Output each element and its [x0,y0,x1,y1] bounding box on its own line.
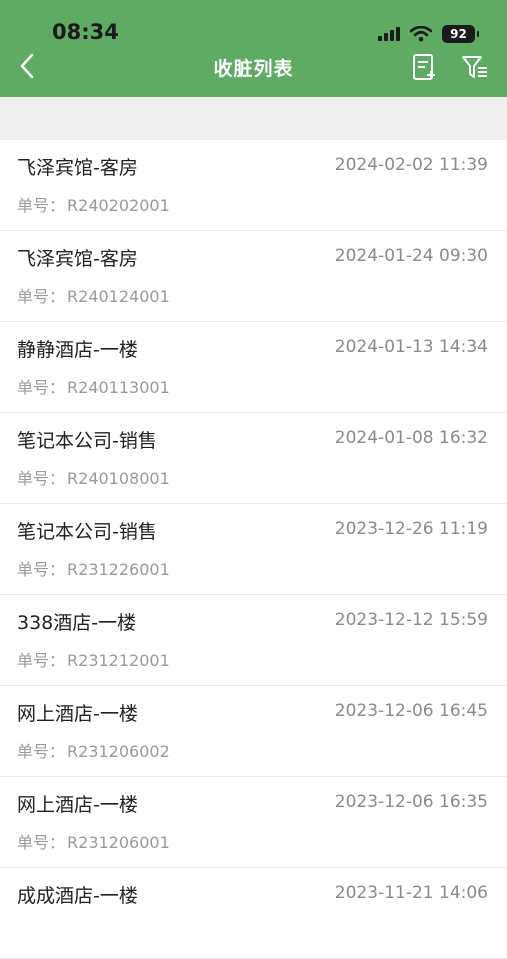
list-item[interactable]: 静静酒店-一楼 2024-01-13 14:34 单号： R240113001 [0,322,507,413]
order-value: R231212001 [67,651,170,670]
order-label: 单号： [17,196,66,215]
list-item[interactable]: 飞泽宾馆-客房 2024-02-02 11:39 单号： R240202001 [0,140,507,231]
item-name: 飞泽宾馆-客房 [17,248,138,270]
item-time: 2023-12-12 15:59 [334,610,488,630]
item-name: 成成酒店-一楼 [17,885,138,907]
item-name: 静静酒店-一楼 [17,339,138,361]
wifi-icon [410,26,432,42]
item-order-number: 单号： R240202001 [17,192,170,216]
item-name: 网上酒店-一楼 [17,794,138,816]
header-spacer [0,97,507,140]
order-label: 单号： [17,287,66,306]
list-item[interactable]: 338酒店-一楼 2023-12-12 15:59 单号： R231212001 [0,595,507,686]
item-name: 笔记本公司-销售 [17,430,157,452]
item-time: 2023-12-06 16:35 [334,792,488,812]
item-time: 2024-01-24 09:30 [334,246,488,266]
item-time: 2024-01-08 16:32 [334,428,488,448]
status-icons: 92 [378,24,479,44]
item-order-number: 单号： R240108001 [17,465,170,489]
item-order-number: 单号： R231206001 [17,829,170,853]
item-time: 2023-11-21 14:06 [334,883,488,903]
status-time: 08:34 [52,20,119,44]
item-name: 飞泽宾馆-客房 [17,157,138,179]
item-order-number: 单号： R240124001 [17,283,170,307]
order-value: R240108001 [67,469,170,488]
order-list: 飞泽宾馆-客房 2024-02-02 11:39 单号： R240202001 飞… [0,140,507,959]
order-value: R231206001 [67,833,170,852]
filter-icon[interactable] [460,52,490,82]
item-time: 2024-01-13 14:34 [334,337,488,357]
item-order-number: 单号： R240113001 [17,374,170,398]
order-label: 单号： [17,378,66,397]
signal-icon [378,27,400,41]
order-label: 单号： [17,469,66,488]
list-item[interactable]: 笔记本公司-销售 2024-01-08 16:32 单号： R240108001 [0,413,507,504]
battery-icon: 92 [442,25,479,43]
item-name: 338酒店-一楼 [17,612,137,634]
order-label: 单号： [17,742,66,761]
item-time: 2023-12-26 11:19 [334,519,488,539]
item-name: 网上酒店-一楼 [17,703,138,725]
item-order-number: 单号： R231206002 [17,738,170,762]
order-label: 单号： [17,560,66,579]
list-item[interactable]: 飞泽宾馆-客房 2024-01-24 09:30 单号： R240124001 [0,231,507,322]
order-value: R240124001 [67,287,170,306]
list-item[interactable]: 笔记本公司-销售 2023-12-26 11:19 单号： R231226001 [0,504,507,595]
list-item[interactable]: 成成酒店-一楼 2023-11-21 14:06 [0,868,507,959]
item-order-number: 单号： R231226001 [17,556,170,580]
order-value: R240113001 [67,378,170,397]
item-time: 2023-12-06 16:45 [334,701,488,721]
item-name: 笔记本公司-销售 [17,521,157,543]
list-item[interactable]: 网上酒店-一楼 2023-12-06 16:35 单号： R231206001 [0,777,507,868]
order-value: R231226001 [67,560,170,579]
order-value: R231206002 [67,742,170,761]
order-value: R240202001 [67,196,170,215]
order-label: 单号： [17,833,66,852]
item-time: 2024-02-02 11:39 [334,155,488,175]
order-label: 单号： [17,651,66,670]
list-item[interactable]: 网上酒店-一楼 2023-12-06 16:45 单号： R231206002 [0,686,507,777]
add-document-icon[interactable] [410,52,440,82]
app-header: 08:34 92 收脏列表 [0,0,507,97]
item-order-number: 单号： R231212001 [17,647,170,671]
